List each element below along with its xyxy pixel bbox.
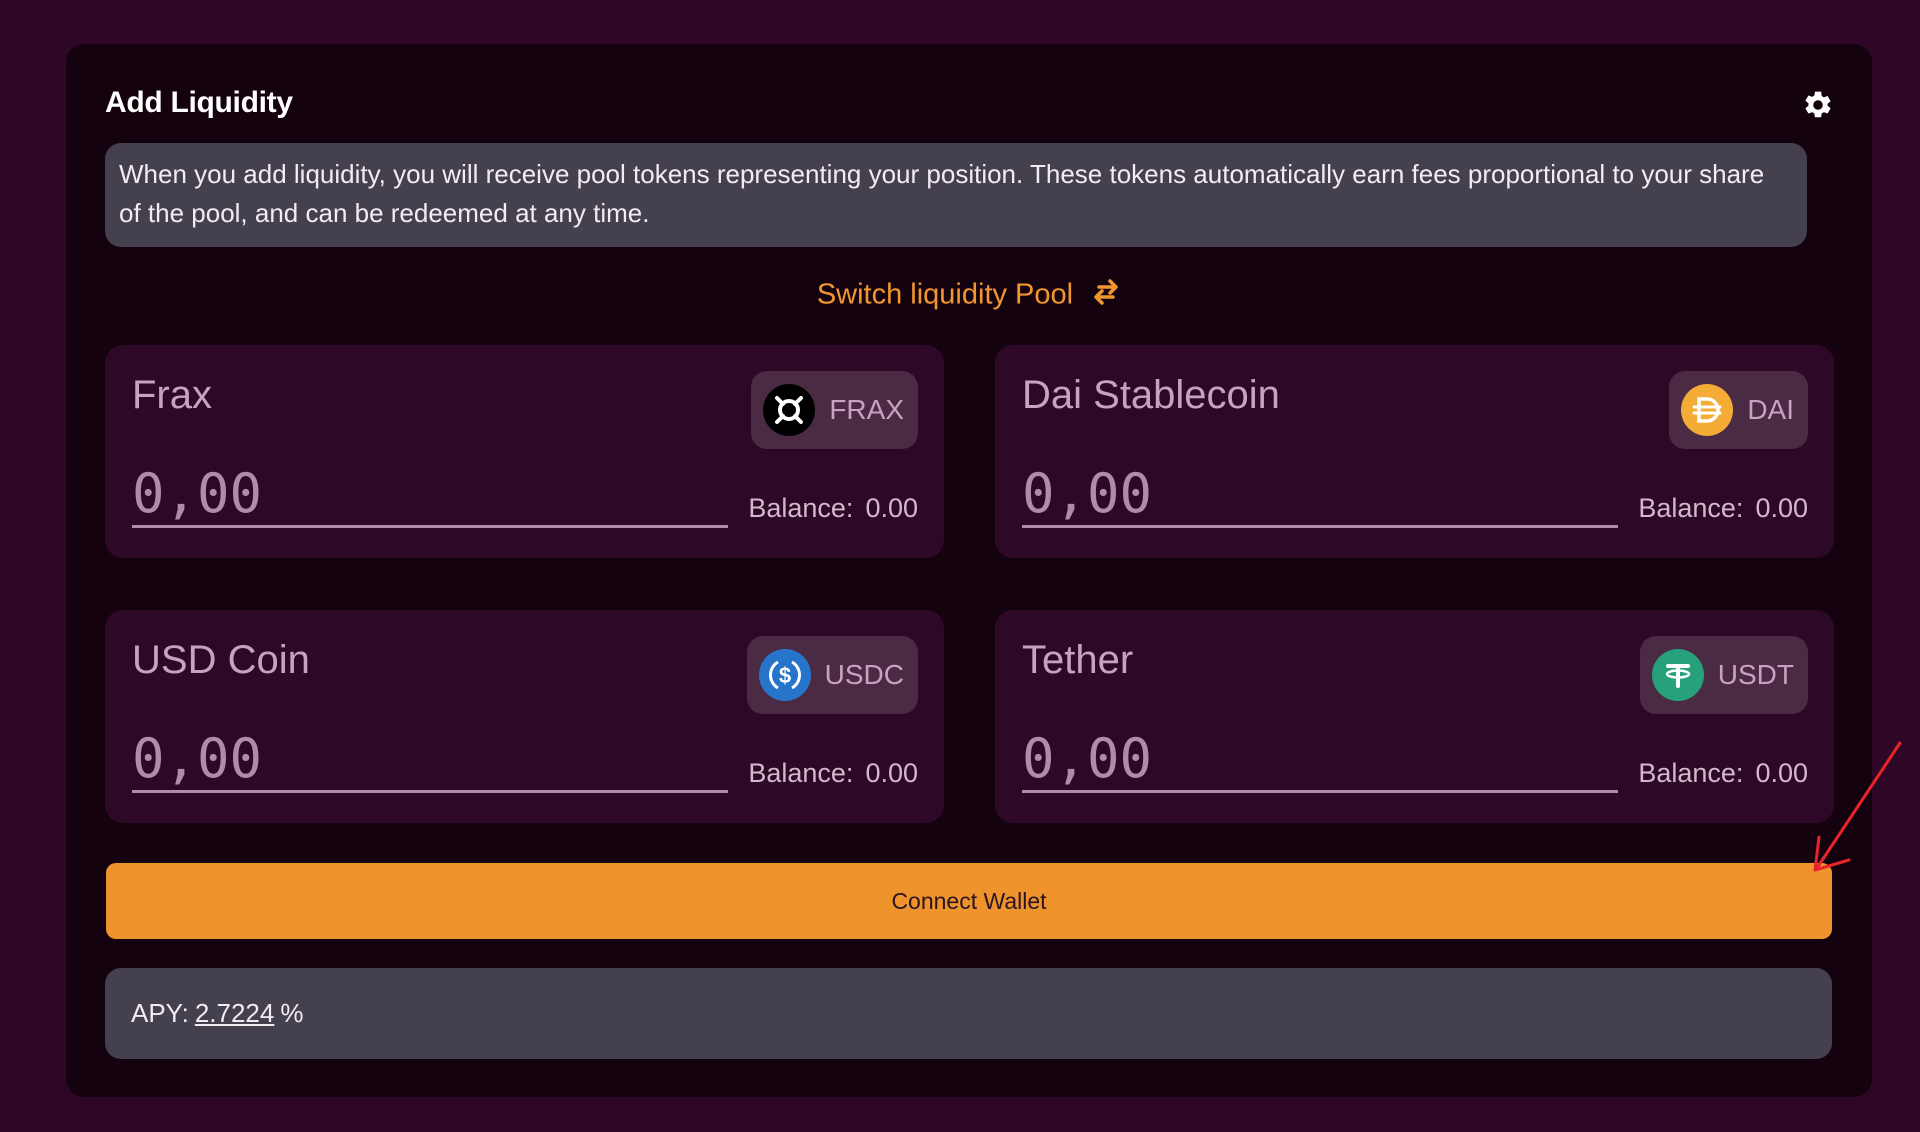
token-select-frax[interactable]: FRAX	[751, 371, 918, 449]
apy-unit: %	[280, 998, 304, 1028]
token-card-frax: Frax FRAX Balance:0.00	[105, 345, 944, 558]
amount-input-frax[interactable]	[132, 461, 728, 528]
usdc-logo-icon: $	[758, 649, 811, 701]
annotation-arrow-icon	[1813, 741, 1902, 872]
balance-frax: Balance: 0.00	[748, 493, 918, 523]
panel-title: Add Liquidity	[105, 86, 293, 119]
svg-text:$: $	[779, 663, 791, 688]
balance-usdt: Balance: 0.00	[1638, 758, 1808, 788]
token-select-dai[interactable]: DAI	[1669, 371, 1808, 449]
add-liquidity-panel: Add Liquidity When you add liquidity, yo…	[66, 44, 1872, 1097]
token-name: Dai Stablecoin	[1022, 373, 1280, 417]
liquidity-notice: When you add liquidity, you will receive…	[105, 143, 1807, 247]
frax-logo-icon	[763, 384, 816, 436]
amount-input-usdc[interactable]	[132, 726, 728, 793]
token-symbol: FRAX	[829, 394, 904, 425]
token-card-usdc: USD Coin $ USDC Balance:0.00	[105, 610, 944, 823]
token-select-usdc[interactable]: $ USDC	[746, 636, 918, 714]
apy-box: APY: 2.7224 %	[105, 968, 1832, 1059]
token-card-dai: Dai Stablecoin DAI Balance:0.00	[995, 345, 1834, 558]
token-symbol: DAI	[1747, 394, 1794, 425]
switch-pool-label: Switch liquidity Pool	[816, 278, 1074, 311]
connect-wallet-button[interactable]: Connect Wallet	[106, 863, 1832, 939]
swap-arrows-icon	[1091, 276, 1121, 316]
amount-input-dai[interactable]	[1022, 461, 1618, 528]
usdt-logo-icon	[1651, 649, 1704, 701]
token-name: USD Coin	[132, 638, 310, 682]
gear-icon[interactable]	[1802, 89, 1834, 121]
token-name: Tether	[1022, 638, 1134, 682]
switch-pool-link[interactable]: Switch liquidity Pool	[66, 276, 1872, 316]
balance-usdc: Balance: 0.00	[748, 758, 918, 788]
token-symbol: USDC	[824, 659, 904, 690]
dai-logo-icon	[1681, 384, 1734, 436]
amount-input-usdt[interactable]	[1022, 726, 1618, 793]
token-name: Frax	[132, 373, 212, 417]
token-symbol: USDT	[1717, 659, 1794, 690]
balance-dai: Balance: 0.00	[1638, 493, 1808, 523]
token-card-usdt: Tether USDT Balance:0.00	[995, 610, 1834, 823]
apy-value[interactable]: 2.7224	[195, 998, 275, 1029]
apy-label: APY:	[131, 998, 189, 1028]
token-select-usdt[interactable]: USDT	[1639, 636, 1808, 714]
